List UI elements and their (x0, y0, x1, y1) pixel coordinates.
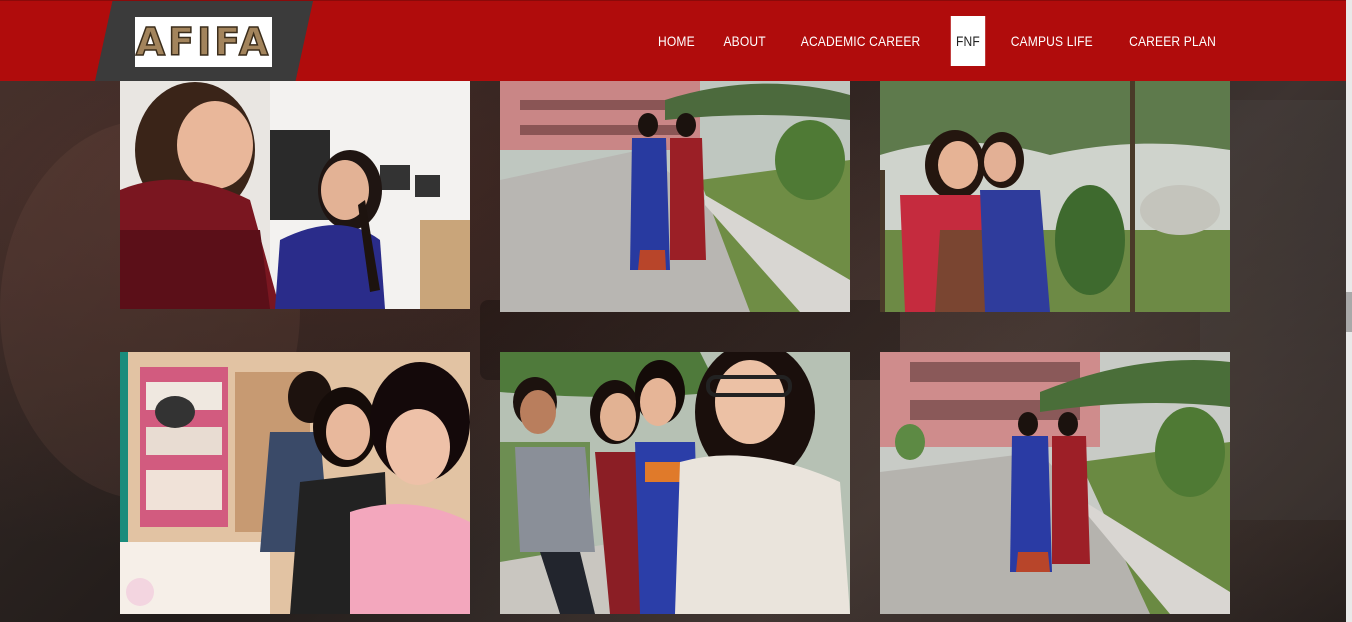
nav-item-career-plan[interactable]: CAREER PLAN (1120, 16, 1226, 66)
gallery-photo[interactable] (120, 352, 470, 614)
nav-item-about[interactable]: ABOUT (714, 16, 775, 66)
gallery-photo[interactable] (500, 352, 850, 614)
gallery-photo[interactable] (500, 80, 850, 312)
nav-item-academic-career[interactable]: ACADEMIC CAREER (792, 16, 931, 66)
page-scrollbar[interactable] (1346, 0, 1352, 622)
nav-item-fnf[interactable]: FNF (950, 16, 985, 66)
gallery-photo[interactable] (880, 352, 1230, 614)
page: AFIFA HOME ABOUT ACADEMIC CAREER FNF CAM… (0, 0, 1352, 622)
site-logo[interactable]: AFIFA (135, 17, 272, 67)
scrollbar-thumb[interactable] (1346, 292, 1352, 332)
nav-item-campus-life[interactable]: CAMPUS LIFE (1002, 16, 1103, 66)
main-nav: HOME ABOUT ACADEMIC CAREER FNF CAMPUS LI… (644, 16, 1234, 66)
nav-item-home[interactable]: HOME (649, 16, 705, 66)
gallery-photo[interactable] (120, 80, 470, 309)
gallery-photo[interactable] (880, 80, 1230, 312)
site-header: AFIFA HOME ABOUT ACADEMIC CAREER FNF CAM… (0, 0, 1346, 81)
logo-text: AFIFA (135, 20, 272, 64)
